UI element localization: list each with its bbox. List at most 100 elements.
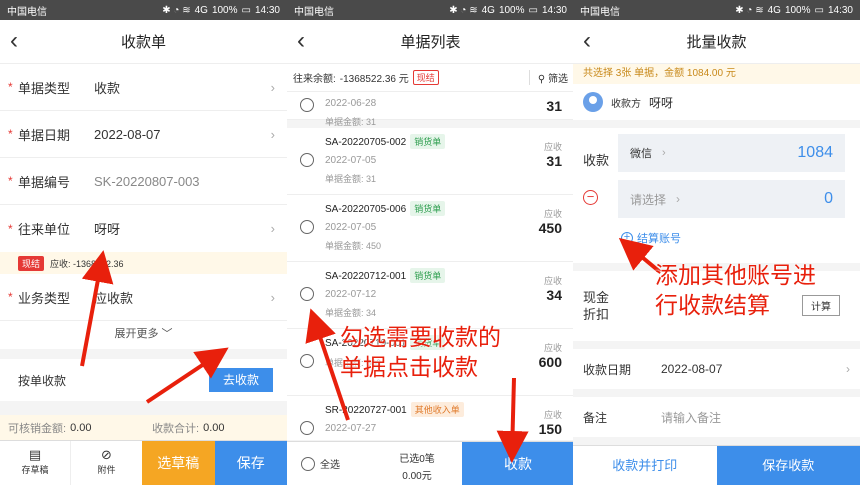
battery-icon: ▭ <box>241 4 251 16</box>
bottom-toolbar: 全选 已选0笔 0.00元 收款 <box>287 441 574 485</box>
row-bill-number[interactable]: * 单据编号 SK-20220807-003 <box>0 158 287 205</box>
remove-icon[interactable]: − <box>583 190 598 205</box>
list-item[interactable]: 2022-06-28 单据金额: 31 31 <box>287 92 574 127</box>
carrier-label: 中国电信 <box>580 6 620 18</box>
item-receivable-label: 应收 <box>543 276 562 286</box>
balance-label: 往来余额: <box>293 74 336 85</box>
collect-accounts: 收款 微信 › 1084 − 请选择 › 0 + 结算账号 <box>573 128 860 263</box>
row-business-type[interactable]: * 业务类型 应收款 › <box>0 274 287 321</box>
radio-unchecked-icon[interactable] <box>300 220 314 234</box>
go-collect-button[interactable]: 去收款 <box>209 368 273 392</box>
radio-unchecked-icon[interactable] <box>300 354 314 368</box>
add-account-button[interactable]: + 结算账号 <box>621 230 681 246</box>
time-label: 14:30 <box>254 4 280 16</box>
item-number: SA-20220712-001 <box>325 271 407 282</box>
list-item[interactable]: SA-20220705-002 销货单 2022-07-05 单据金额: 31 应… <box>287 128 574 195</box>
nav-bar: ‹ 批量收款 <box>573 20 860 64</box>
remark-row[interactable]: 备注 请输入备注 <box>573 397 860 437</box>
account-row-1[interactable]: 微信 › 1084 <box>618 134 845 172</box>
account-row-2[interactable]: 请选择 › 0 <box>618 180 845 218</box>
carrier-label: 中国电信 <box>7 6 47 18</box>
item-receivable: 600 <box>538 354 562 370</box>
chevron-right-icon: › <box>662 147 666 159</box>
item-date: 2022-06-28 <box>325 98 377 109</box>
collect-date-row[interactable]: 收款日期 2022-08-07 › <box>573 349 860 389</box>
status-bar: 中国电信 ✱ ◔ ≋ 4G 100% ▭ 14:30 <box>287 0 574 20</box>
status-bar: 中国电信 ✱ ◔ ≋ 4G 100% ▭ 14:30 <box>573 0 860 20</box>
balance-strip: 现结 应收: -1368522.36 <box>0 252 287 274</box>
row-label: 业务类型 <box>18 290 71 306</box>
save-button[interactable]: 保存 <box>214 441 287 485</box>
payer-name: 呀呀 <box>649 95 674 110</box>
filter-icon: ⚲ <box>537 74 548 85</box>
row-bill-date[interactable]: * 单据日期 2022-08-07 › <box>0 111 287 158</box>
item-receivable-label: 应收 <box>543 410 562 420</box>
radio-unchecked-icon[interactable] <box>300 421 314 435</box>
chevron-right-icon: › <box>270 79 275 95</box>
row-label: 往来单位 <box>18 222 71 237</box>
save-collect-button[interactable]: 保存收款 <box>716 446 860 485</box>
nav-bar: ‹ 收款单 <box>0 20 287 64</box>
by-bill-label: 按单收款 <box>18 373 67 388</box>
settle-badge: 现结 <box>412 70 439 85</box>
back-icon[interactable]: ‹ <box>297 29 305 53</box>
totals-bar: 可核销金额: 0.00 收款合计: 0.00 <box>0 415 287 440</box>
required-icon: * <box>8 290 13 304</box>
collect-print-button[interactable]: 收款并打印 <box>573 446 717 485</box>
attachment-button[interactable]: ⊘ 附件 <box>71 441 142 485</box>
expand-more[interactable]: 展开更多 ﹀ <box>0 321 287 349</box>
bottom-toolbar: 收款并打印 保存收款 <box>573 445 860 485</box>
signal-label: 4G <box>481 4 495 16</box>
screen-batch-collect: 中国电信 ✱ ◔ ≋ 4G 100% ▭ 14:30 ‹ 批量收款 共选择 3张 单据，… <box>573 0 860 485</box>
row-counterparty[interactable]: * 往来单位 呀呀 › <box>0 205 287 252</box>
required-icon: * <box>8 127 13 141</box>
bottom-toolbar: ▤ 存草稿 ⊘ 附件 选草稿 保存 <box>0 440 287 485</box>
page-title: 收款单 <box>120 34 166 51</box>
collect-button[interactable]: 收款 <box>462 442 574 485</box>
list-item[interactable]: SA-20220712-001 销货单 2022-07-12 单据金额: 34 应… <box>287 262 574 329</box>
draft-icon: ▤ <box>28 447 42 462</box>
filter-button[interactable]: ⚲ 筛选 <box>528 70 568 85</box>
required-icon: * <box>8 80 13 94</box>
item-receivable-label: 应收 <box>543 209 562 219</box>
remark-input[interactable]: 请输入备注 <box>661 409 721 426</box>
save-draft-button[interactable]: ▤ 存草稿 <box>0 441 71 485</box>
avatar-icon <box>583 92 603 112</box>
annotation-select-bills: 勾选需要收款的 单据点击收款 <box>340 322 501 382</box>
radio-unchecked-icon[interactable] <box>301 456 315 471</box>
item-receivable-label: 应收 <box>543 142 562 152</box>
status-icons: ✱ ◔ ≋ <box>449 4 478 16</box>
row-value: 收款 <box>94 80 121 96</box>
chevron-right-icon: › <box>270 221 275 236</box>
date-label: 收款日期 <box>583 362 632 377</box>
pick-draft-button[interactable]: 选草稿 <box>142 441 215 485</box>
back-icon[interactable]: ‹ <box>10 29 18 53</box>
list-item[interactable]: SR-20220727-001 其他收入单 2022-07-27 应收 150 <box>287 396 574 440</box>
radio-unchecked-icon[interactable] <box>300 287 314 301</box>
account-amount[interactable]: 1084 <box>797 144 833 162</box>
account-amount[interactable]: 0 <box>824 190 833 208</box>
row-label: 单据编号 <box>18 174 71 190</box>
item-tag: 其他收入单 <box>410 402 464 417</box>
chevron-right-icon: › <box>846 362 850 376</box>
row-label: 单据类型 <box>18 80 71 96</box>
annotation-line: 行收款结算 <box>655 292 770 318</box>
paperclip-icon: ⊘ <box>101 447 112 462</box>
list-item[interactable]: SA-20220705-006 销货单 2022-07-05 单据金额: 450 … <box>287 195 574 262</box>
filter-label: 筛选 <box>548 74 568 85</box>
battery-label: 100% <box>211 4 238 16</box>
date-value: 2022-08-07 <box>661 362 723 376</box>
item-date: 2022-07-27 <box>325 423 377 434</box>
select-all-toggle[interactable]: 全选 <box>287 442 372 485</box>
plus-icon: + <box>621 232 633 244</box>
battery-icon: ▭ <box>528 4 538 16</box>
row-bill-type[interactable]: * 单据类型 收款 › <box>0 64 287 111</box>
remark-label: 备注 <box>583 410 608 425</box>
payer-row: 收款方 呀呀 <box>573 84 860 120</box>
item-tag: 销货单 <box>410 134 446 149</box>
radio-unchecked-icon[interactable] <box>300 98 314 112</box>
radio-unchecked-icon[interactable] <box>300 153 314 167</box>
back-icon[interactable]: ‹ <box>583 29 591 53</box>
